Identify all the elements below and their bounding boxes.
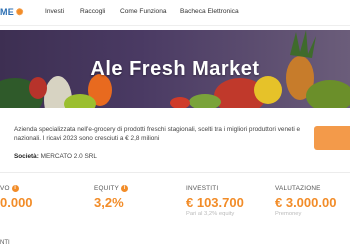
invest-button[interactable] [314,126,350,150]
nav-item-raccogli[interactable]: Raccogli [80,8,105,15]
company-line: Società: MERCATO 2.0 SRL [14,153,97,160]
top-nav: ME ✺ Investi Raccogli Come Funziona Bache… [0,0,350,26]
hero-banner: Ale Fresh Market [0,30,350,108]
nav-item-investi[interactable]: Investi [45,8,64,15]
stat-label-target: VO i [0,185,19,192]
stat-label-equity: EQUITY i [94,185,128,192]
nav-item-bacheca-elettronica[interactable]: Bacheca Elettronica [180,8,239,15]
stat-value-target: 0.000 [0,195,33,210]
company-label: Società: [14,153,39,160]
info-icon[interactable]: i [11,185,19,192]
stat-label-valutazione: VALUTAZIONE [275,185,321,192]
stat-sub-investiti: Pari al 3,2% equity [186,211,235,217]
divider [0,172,350,173]
stat-label-investiti: INVESTITI [186,185,219,192]
hero-title: Ale Fresh Market [90,58,260,80]
logo-text: ME [0,7,14,17]
company-description: Azienda specializzata nell'e-grocery di … [14,126,301,142]
logo-star-icon: ✺ [15,7,24,17]
company-value: MERCATO 2.0 SRL [40,153,97,160]
nav-item-come-funziona[interactable]: Come Funziona [120,8,167,15]
logo[interactable]: ME ✺ [0,7,24,18]
stat-sub-valutazione: Premoney [275,211,302,217]
stat-value-valutazione: € 3.000.00 [275,195,337,210]
section-heading-partial: NTI [0,240,10,246]
stat-value-investiti: € 103.700 [186,195,244,210]
stat-value-equity: 3,2% [94,195,124,210]
info-icon[interactable]: i [121,185,128,192]
